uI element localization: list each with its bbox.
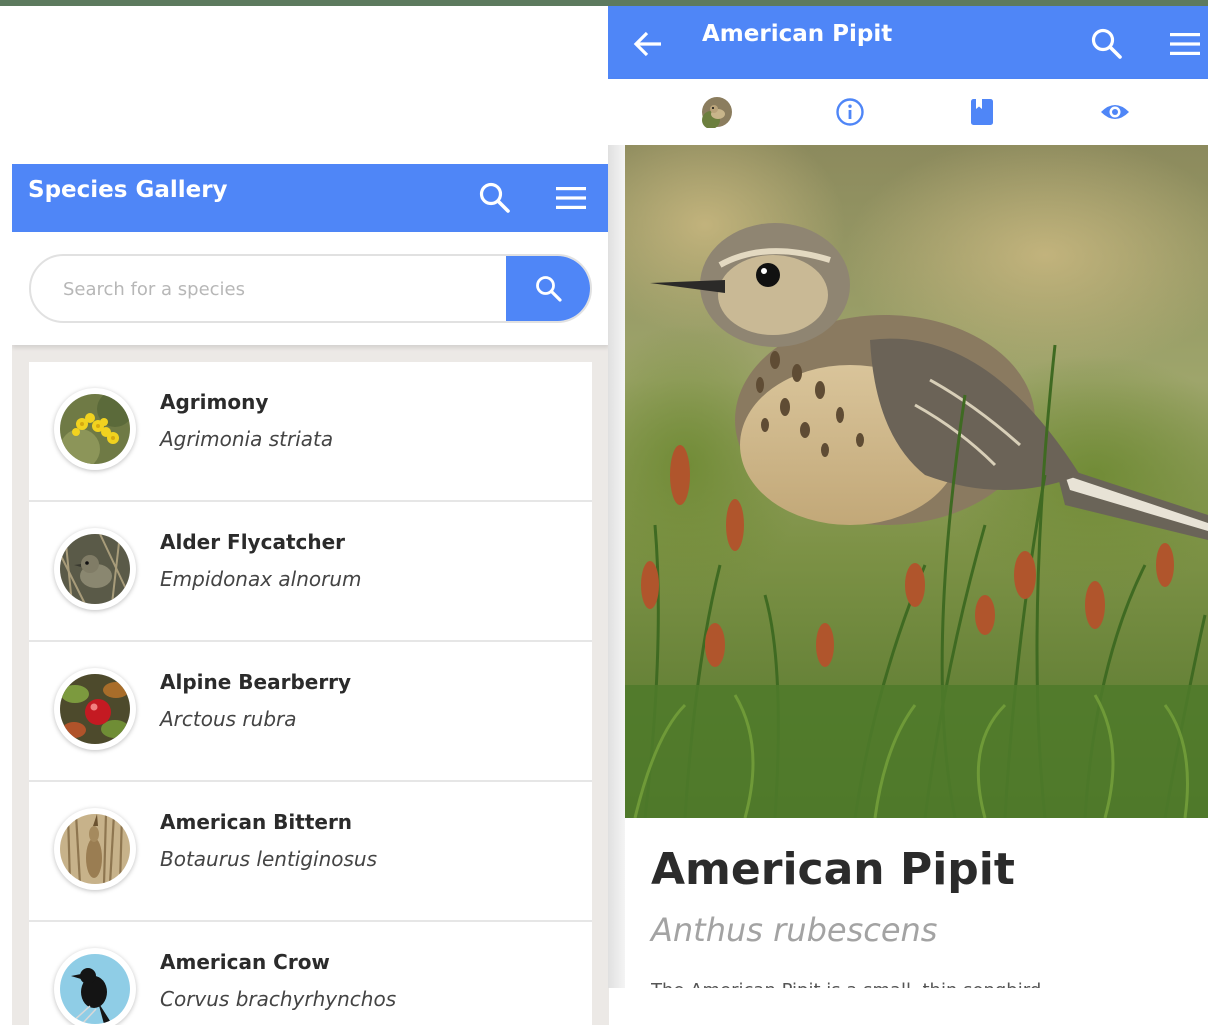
yellow-flower-image bbox=[60, 394, 130, 464]
common-name: American Bittern bbox=[160, 810, 353, 834]
view-tab[interactable] bbox=[1097, 94, 1133, 130]
list-item[interactable]: Alder Flycatcher Empidonax alnorum bbox=[29, 502, 592, 642]
species-thumbnail bbox=[54, 948, 136, 1025]
photo-thumbnail-icon bbox=[702, 97, 732, 128]
search-icon bbox=[536, 275, 562, 302]
scientific-name: Empidonax alnorum bbox=[160, 567, 362, 591]
species-thumbnail bbox=[54, 808, 136, 890]
common-name: American Crow bbox=[160, 950, 330, 974]
photo-tab[interactable] bbox=[699, 94, 735, 130]
species-thumbnail bbox=[54, 668, 136, 750]
info-icon bbox=[836, 98, 864, 126]
side-shadow bbox=[608, 145, 625, 988]
search-icon[interactable] bbox=[475, 178, 515, 218]
search-submit-button[interactable] bbox=[506, 256, 590, 321]
detail-tab-bar bbox=[608, 79, 1208, 145]
american-pipit-photo bbox=[625, 145, 1208, 818]
black-crow-image bbox=[60, 954, 130, 1024]
book-icon bbox=[971, 99, 993, 125]
scientific-name: Botaurus lentiginosus bbox=[160, 847, 378, 871]
red-berry-image bbox=[60, 674, 130, 744]
species-common-name: American Pipit bbox=[651, 844, 1015, 895]
scientific-name: Agrimonia striata bbox=[160, 427, 334, 451]
list-item[interactable]: American Bittern Botaurus lentiginosus bbox=[29, 782, 592, 922]
menu-icon[interactable] bbox=[1165, 24, 1205, 64]
common-name: Alpine Bearberry bbox=[160, 670, 352, 694]
species-gallery-screen: Species Gallery Search for a species Agr… bbox=[12, 164, 609, 1025]
bittern-image bbox=[60, 814, 130, 884]
species-list: Agrimony Agrimonia striata Alder Flycatc… bbox=[29, 362, 592, 1025]
gallery-app-bar: Species Gallery bbox=[12, 164, 609, 232]
book-tab[interactable] bbox=[964, 94, 1000, 130]
menu-icon[interactable] bbox=[551, 178, 591, 218]
info-tab[interactable] bbox=[832, 94, 868, 130]
search-icon[interactable] bbox=[1087, 24, 1127, 64]
small-bird-image bbox=[60, 534, 130, 604]
species-detail-screen: American Pipit American Pipit Anthus rub… bbox=[608, 6, 1208, 988]
species-description: The American Pipit is a small, thin song… bbox=[651, 978, 1191, 988]
species-search-box bbox=[29, 254, 592, 323]
list-item[interactable]: Agrimony Agrimonia striata bbox=[29, 362, 592, 502]
scientific-name: Corvus brachyrhynchos bbox=[160, 987, 397, 1011]
arrow-back-icon[interactable] bbox=[628, 24, 668, 64]
species-thumbnail bbox=[54, 388, 136, 470]
gallery-title: Species Gallery bbox=[28, 177, 228, 203]
species-thumbnail bbox=[54, 528, 136, 610]
scientific-name: Arctous rubra bbox=[160, 707, 297, 731]
species-search-input[interactable] bbox=[61, 256, 505, 321]
eye-icon bbox=[1101, 105, 1129, 119]
list-item[interactable]: Alpine Bearberry Arctous rubra bbox=[29, 642, 592, 782]
detail-title-bar: American Pipit bbox=[702, 21, 893, 47]
detail-app-bar: American Pipit bbox=[608, 6, 1208, 79]
common-name: Alder Flycatcher bbox=[160, 530, 346, 554]
list-item[interactable]: American Crow Corvus brachyrhynchos bbox=[29, 922, 592, 1025]
common-name: Agrimony bbox=[160, 390, 269, 414]
search-area bbox=[12, 232, 609, 345]
species-scientific-name: Anthus rubescens bbox=[651, 911, 938, 949]
